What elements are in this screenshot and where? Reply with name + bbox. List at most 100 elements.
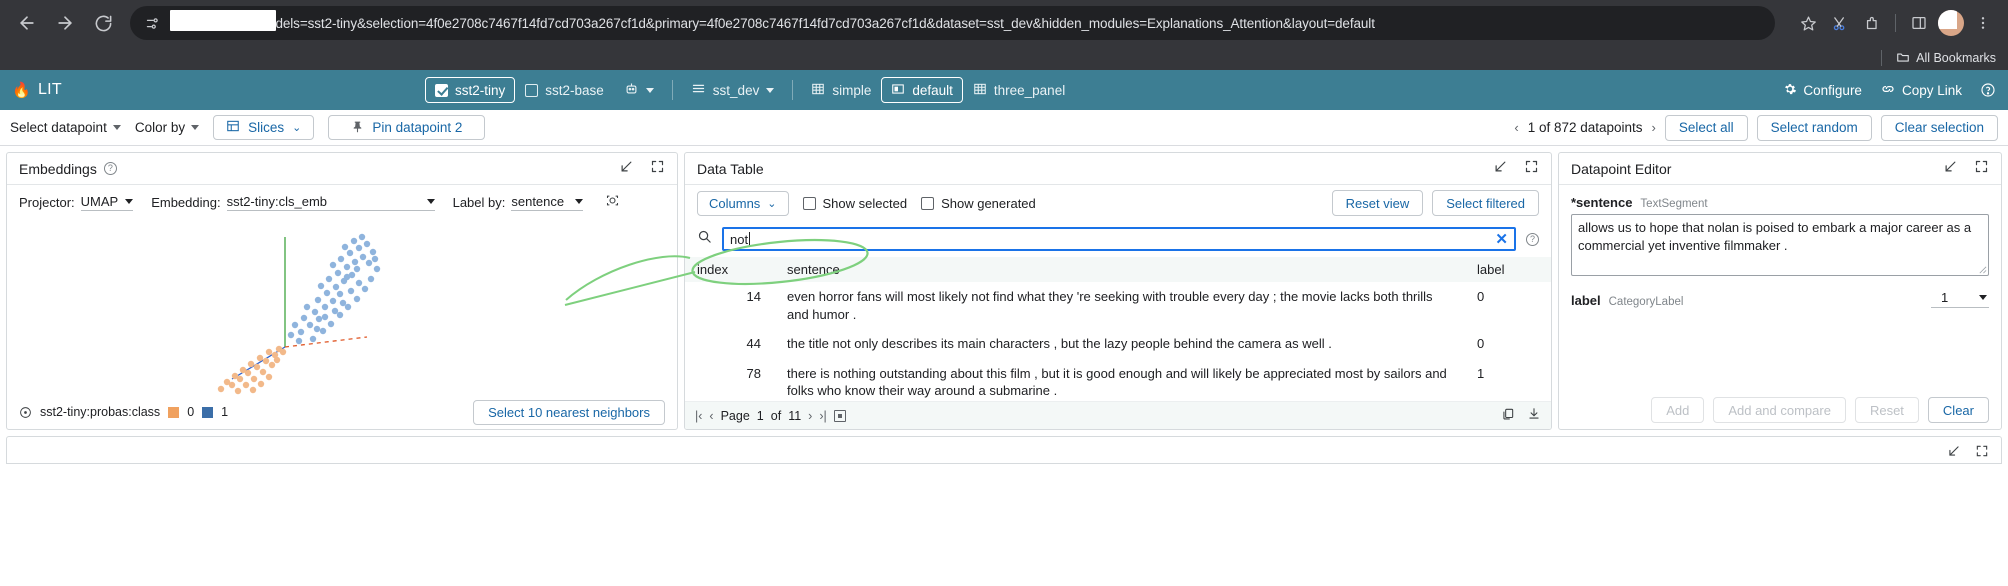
select-filtered-label: Select filtered (1446, 196, 1525, 211)
scissors-extension-icon[interactable] (1825, 8, 1855, 38)
sentence-textarea[interactable]: allows us to hope that nolan is poised t… (1571, 214, 1989, 276)
copy-link-button[interactable]: Copy Link (1880, 81, 1962, 100)
configure-button[interactable]: Configure (1783, 82, 1862, 99)
legend-title: sst2-tiny:probas:class (40, 405, 160, 419)
all-bookmarks-button[interactable]: All Bookmarks (1896, 50, 1996, 67)
chevron-left-icon[interactable]: ‹ (1514, 120, 1518, 135)
pin-datapoint-button[interactable]: Pin datapoint 2 (328, 115, 485, 140)
text-cursor (749, 232, 750, 247)
select-random-button[interactable]: Select random (1757, 115, 1872, 141)
column-header-label[interactable]: label (1467, 257, 1551, 282)
panel-title: Datapoint Editor (1571, 161, 1671, 177)
layout-chip-simple[interactable]: simple (801, 77, 881, 103)
model-chip-sst2-tiny[interactable]: sst2-tiny (425, 77, 515, 103)
select-datapoint-menu[interactable]: Select datapoint (10, 120, 121, 135)
avatar[interactable] (1936, 8, 1966, 38)
select-nearest-neighbors-button[interactable]: Select 10 nearest neighbors (473, 400, 665, 425)
fullscreen-icon[interactable] (650, 159, 665, 179)
fullscreen-icon[interactable] (1974, 159, 1989, 179)
model-chip-sst2-base[interactable]: sst2-base (515, 77, 614, 103)
back-arrow-icon[interactable] (10, 6, 44, 40)
layout-chip-three-panel[interactable]: three_panel (963, 77, 1075, 103)
search-icon (697, 229, 712, 249)
clear-x-icon[interactable]: ✕ (1489, 232, 1508, 247)
show-generated-checkbox[interactable]: Show generated (921, 196, 1036, 211)
reset-button[interactable]: Reset (1855, 397, 1919, 423)
label-select-value: 1 (1941, 290, 1948, 305)
chevron-right-icon[interactable]: › (1652, 120, 1656, 135)
lit-app-header: 🔥 LIT sst2-tiny sst2-base sst_dev (0, 70, 2008, 110)
minimize-icon[interactable] (1947, 444, 1961, 463)
cell-sentence: even horror fans will most likely not fi… (777, 282, 1467, 329)
cell-index: 44 (685, 329, 777, 359)
recenter-icon[interactable] (605, 193, 620, 211)
side-panel-icon[interactable] (1904, 8, 1934, 38)
star-icon[interactable] (1793, 8, 1823, 38)
download-icon[interactable] (1527, 407, 1541, 424)
embeddings-panel: Embeddings ? Projector: UMAP Embedd (6, 152, 678, 430)
embeddings-scatter-canvas[interactable] (7, 219, 677, 395)
first-page-icon[interactable]: |‹ (695, 409, 702, 423)
search-input[interactable]: not ✕ (722, 227, 1516, 251)
select-datapoint-label: Select datapoint (10, 120, 107, 135)
clear-button[interactable]: Clear (1928, 397, 1989, 423)
columns-button[interactable]: Columns ⌄ (697, 191, 789, 216)
next-page-icon[interactable]: › (808, 409, 812, 423)
clear-selection-button[interactable]: Clear selection (1881, 115, 1998, 141)
last-page-icon[interactable]: ›| (819, 409, 826, 423)
forward-arrow-icon[interactable] (48, 6, 82, 40)
label-field-type: CategoryLabel (1609, 296, 1684, 308)
dataset-selector[interactable]: sst_dev (681, 77, 785, 103)
embedding-control[interactable]: Embedding: sst2-tiny:cls_emb (151, 194, 434, 211)
add-button[interactable]: Add (1651, 397, 1704, 423)
table-row[interactable]: 14 even horror fans will most likely not… (685, 282, 1551, 329)
datapoint-editor-footer: Add Add and compare Reset Clear (1559, 391, 2001, 429)
projector-control[interactable]: Projector: UMAP (19, 194, 133, 211)
header-selectors: sst2-tiny sst2-base sst_dev simple (425, 77, 1075, 103)
search-help-icon[interactable]: ? (1526, 233, 1539, 246)
table-row[interactable]: 44 the title not only describes its main… (685, 329, 1551, 359)
of-word: of (771, 409, 781, 423)
table-row[interactable]: 78 there is nothing outstanding about th… (685, 359, 1551, 401)
prev-page-icon[interactable]: ‹ (709, 409, 713, 423)
column-header-index[interactable]: index (685, 257, 777, 282)
column-header-sentence[interactable]: sentence (777, 257, 1467, 282)
select-filtered-button[interactable]: Select filtered (1432, 190, 1539, 216)
minimize-icon[interactable] (1943, 159, 1958, 179)
color-by-menu[interactable]: Color by (135, 120, 199, 135)
fullscreen-icon[interactable] (1524, 159, 1539, 179)
address-bar[interactable]: uc.a.run.app/?models=sst2-tiny&selection… (130, 6, 1775, 40)
folder-icon (1896, 50, 1910, 67)
site-settings-icon[interactable] (142, 13, 162, 33)
layout-chip-default[interactable]: default (881, 77, 963, 103)
slices-button[interactable]: Slices ⌄ (213, 115, 314, 140)
slices-label: Slices (248, 120, 284, 135)
reload-icon[interactable] (86, 6, 120, 40)
label-select[interactable]: 1 (1931, 290, 1989, 308)
extensions-icon[interactable] (1857, 8, 1887, 38)
add-and-compare-button[interactable]: Add and compare (1713, 397, 1846, 423)
label-by-control[interactable]: Label by: sentence (453, 194, 584, 211)
robot-icon (624, 81, 639, 99)
minimize-icon[interactable] (619, 159, 634, 179)
chevron-down-icon: ⌄ (292, 121, 301, 134)
model-menu-button[interactable] (614, 77, 664, 103)
page-word: Page (721, 409, 750, 423)
three-dot-menu-icon[interactable] (1968, 8, 1998, 38)
lit-logo[interactable]: 🔥 LIT (12, 81, 62, 99)
help-icon[interactable]: ? (104, 162, 117, 175)
reset-view-button[interactable]: Reset view (1332, 190, 1424, 216)
fullscreen-icon[interactable] (1975, 444, 1989, 463)
help-icon[interactable] (1980, 82, 1996, 98)
copy-icon[interactable] (1501, 407, 1515, 424)
resize-handle[interactable] (1978, 265, 1987, 274)
bottom-panel-strip (0, 430, 2008, 464)
reset-page-icon[interactable] (834, 410, 846, 422)
slices-grid-icon (226, 119, 240, 136)
minimize-icon[interactable] (1493, 159, 1508, 179)
select-all-button[interactable]: Select all (1665, 115, 1748, 141)
table-header-row: index sentence label (685, 257, 1551, 282)
main-panel-row: Embeddings ? Projector: UMAP Embedd (0, 146, 2008, 430)
data-table-body[interactable]: index sentence label 14 even horror fans… (685, 257, 1551, 401)
show-selected-checkbox[interactable]: Show selected (803, 196, 908, 211)
